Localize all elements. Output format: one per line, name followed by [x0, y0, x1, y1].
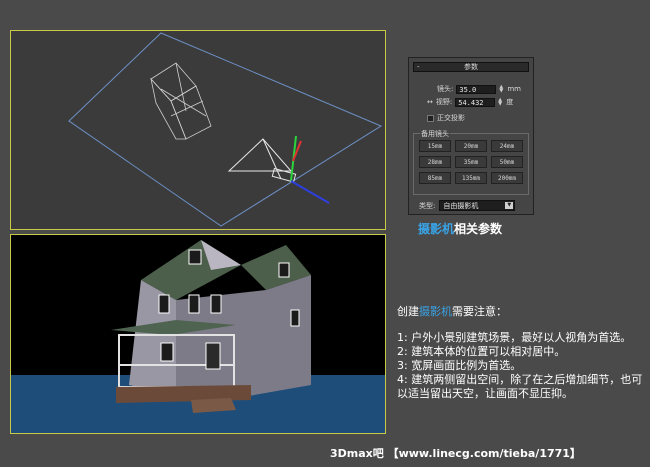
stock-lenses-title: 备用镜头 — [420, 129, 450, 139]
panel-caption: 摄影机相关参数 — [418, 220, 502, 237]
house-render — [11, 235, 385, 433]
notes-title-prefix: 创建 — [397, 305, 419, 318]
lens-button-85mm[interactable]: 85mm — [419, 172, 451, 184]
camera-type-select[interactable]: 自由摄影机 ▼ — [439, 200, 516, 211]
chevron-down-icon[interactable]: ▼ — [505, 202, 514, 209]
lens-button-15mm[interactable]: 15mm — [419, 140, 451, 152]
caption-rest: 相关参数 — [454, 222, 503, 236]
lens-button-24mm[interactable]: 24mm — [491, 140, 523, 152]
lens-input[interactable]: 35.0 — [456, 84, 497, 94]
camera-viewport[interactable] — [10, 234, 386, 434]
lens-row: 镜头: 35.0 ▲ ▼ mm — [437, 84, 521, 94]
lens-button-200mm[interactable]: 200mm — [491, 172, 523, 184]
house-wireframe — [150, 62, 212, 140]
notes-title: 创建摄影机需要注意： — [397, 305, 647, 319]
camera-parameters-panel: - 参数 镜头: 35.0 ▲ ▼ mm ↔ 视野: 54.432 ▲ ▼ 度 正交… — [408, 57, 534, 215]
lens-button-135mm[interactable]: 135mm — [455, 172, 487, 184]
lens-unit: mm — [507, 85, 521, 93]
ground-plane-wireframe — [68, 32, 383, 227]
fov-spinner[interactable]: ▲ ▼ — [498, 97, 503, 107]
lens-button-20mm[interactable]: 20mm — [455, 140, 487, 152]
note-item-3: 3: 宽屏画面比例为首选。 — [397, 359, 522, 372]
lens-button-grid: 15mm 20mm 24mm 28mm 35mm 50mm 85mm 135mm… — [419, 140, 523, 184]
notes-title-accent: 摄影机 — [419, 305, 452, 318]
fov-input[interactable]: 54.432 — [455, 97, 496, 107]
lens-spinner[interactable]: ▲ ▼ — [499, 84, 504, 94]
note-item-1: 1: 户外小景别建筑场景，最好以人视角为首选。 — [397, 331, 632, 344]
fov-unit: 度 — [506, 98, 514, 106]
ortho-row: 正交投影 — [427, 113, 465, 123]
caption-accent: 摄影机 — [418, 222, 455, 236]
lens-label: 镜头: — [437, 85, 454, 93]
lens-button-50mm[interactable]: 50mm — [491, 156, 523, 168]
parameters-rollout-header[interactable]: - 参数 — [413, 62, 529, 72]
lens-button-35mm[interactable]: 35mm — [455, 156, 487, 168]
footer-watermark: 3Dmax吧 【www.linecg.com/tieba/1771】 — [330, 447, 581, 460]
camera-type-row: 类型: 自由摄影机 ▼ — [419, 200, 516, 211]
fov-row: ↔ 视野: 54.432 ▲ ▼ 度 — [427, 97, 513, 107]
notes-title-suffix: 需要注意： — [452, 305, 507, 318]
rollout-title: 参数 — [464, 63, 478, 71]
camera-notes: 创建摄影机需要注意： 1: 户外小景别建筑场景，最好以人视角为首选。 2: 建筑… — [397, 305, 647, 401]
wireframe-scene — [68, 32, 383, 227]
note-item-4: 4: 建筑两侧留出空间，除了在之后增加细节，也可以适当留出天空，让画面不显压抑。 — [397, 373, 643, 400]
collapse-icon[interactable]: - — [417, 63, 420, 71]
orthographic-label: 正交投影 — [437, 114, 465, 122]
type-label: 类型: — [419, 201, 436, 210]
stock-lenses-group: 备用镜头 15mm 20mm 24mm 28mm 35mm 50mm 85mm … — [413, 129, 529, 195]
camera-gizmo — [227, 135, 330, 204]
lens-button-28mm[interactable]: 28mm — [419, 156, 451, 168]
orthographic-checkbox[interactable] — [427, 114, 434, 122]
fov-label: 视野: — [435, 98, 453, 106]
fov-direction-icon[interactable]: ↔ — [427, 98, 433, 106]
camera-type-value: 自由摄影机 — [443, 201, 479, 210]
note-item-2: 2: 建筑本体的位置可以相对居中。 — [397, 345, 566, 358]
top-viewport[interactable] — [10, 30, 386, 230]
